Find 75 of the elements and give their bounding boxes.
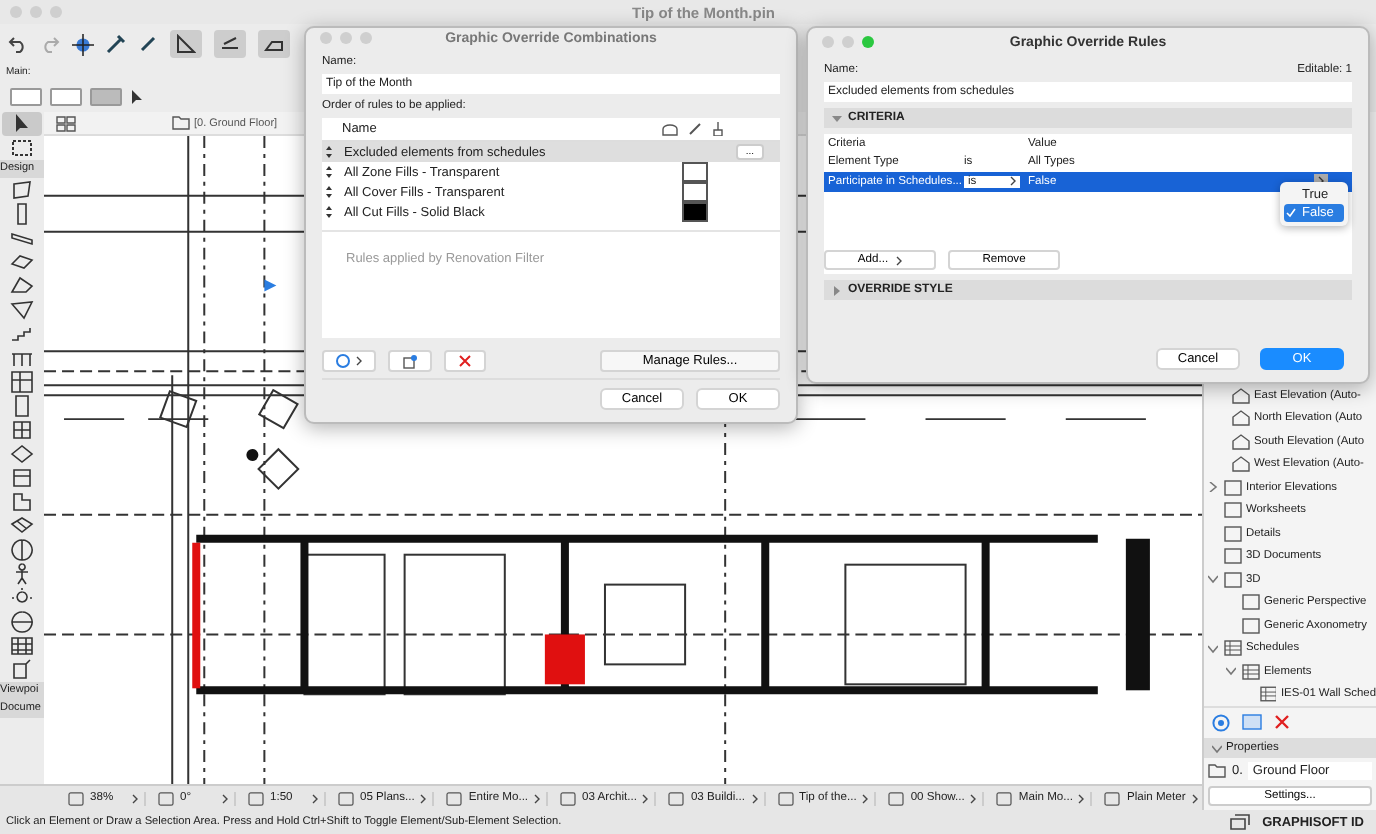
globe-icon[interactable] (10, 610, 34, 634)
drag-handle-icon[interactable] (326, 186, 332, 198)
point-marker (246, 449, 259, 461)
roof-icon[interactable] (10, 274, 34, 298)
marquee-icon[interactable] (10, 136, 34, 160)
chevron-icon (751, 793, 758, 803)
chevron-icon (896, 255, 903, 265)
guide-lines-icon (220, 34, 240, 54)
chevron-icon (1191, 793, 1198, 803)
slab-icon[interactable] (10, 250, 34, 274)
brush-icon (712, 122, 724, 136)
flag-icon (264, 279, 277, 292)
drag-handle-icon[interactable] (326, 146, 332, 158)
morph-icon[interactable] (10, 658, 34, 682)
drag-handle-icon[interactable] (326, 206, 332, 218)
delete-button[interactable] (444, 350, 486, 372)
fill-icon (662, 123, 678, 135)
parallelogram-icon[interactable] (10, 178, 34, 202)
pick-icon[interactable] (72, 33, 94, 55)
checkmark-icon (1286, 208, 1296, 218)
grid-icon[interactable] (10, 634, 34, 658)
chevron-icon (356, 356, 362, 366)
add-icon[interactable] (1212, 714, 1230, 732)
chevron-icon (420, 793, 427, 803)
chevron-icon (312, 793, 318, 803)
view-selector[interactable] (50, 87, 82, 105)
person-icon[interactable] (10, 562, 34, 586)
arrow-cursor-icon[interactable] (2, 112, 42, 136)
disclosure-icon[interactable] (1208, 643, 1218, 654)
delete-icon[interactable] (1274, 714, 1290, 730)
angle-tool-button[interactable] (170, 30, 202, 58)
chevron-icon (1010, 176, 1016, 187)
disclosure-icon[interactable] (1212, 743, 1222, 753)
undo-icon[interactable] (8, 34, 28, 54)
drag-handle-icon[interactable] (326, 166, 332, 178)
highlighted-object (544, 634, 585, 685)
guide-tool-button[interactable] (214, 30, 246, 58)
disclosure-icon[interactable] (832, 113, 842, 123)
chevron-icon (1078, 793, 1085, 803)
add-rule-button[interactable] (322, 350, 376, 372)
eyedropper-icon[interactable] (106, 34, 126, 54)
object-icon[interactable] (10, 466, 34, 490)
grid-view-icon[interactable] (56, 115, 76, 131)
mesh-icon[interactable] (10, 514, 34, 538)
add-icon (336, 354, 350, 368)
chevron-icon (222, 793, 228, 803)
chevron-icon (132, 793, 138, 803)
disclosure-icon[interactable] (1208, 574, 1218, 585)
curtain-wall-icon[interactable] (10, 370, 34, 394)
folder-icon (172, 116, 190, 130)
snap-tool-button[interactable] (258, 30, 290, 58)
arrow-cursor-icon[interactable] (130, 87, 146, 105)
duplicate-button[interactable] (388, 350, 432, 372)
window-icon[interactable] (10, 418, 34, 442)
syringe-icon[interactable] (138, 34, 158, 54)
disclosure-icon[interactable] (1208, 482, 1218, 493)
duplicate-icon (402, 353, 418, 369)
folder-icon (1208, 764, 1226, 778)
stair-icon[interactable] (10, 322, 34, 346)
table-icon (1259, 686, 1277, 703)
shell-icon[interactable] (10, 298, 34, 322)
chevron-icon (534, 793, 541, 803)
table-icon (1224, 640, 1242, 657)
disclosure-icon[interactable] (832, 285, 842, 295)
chevron-icon (970, 793, 977, 803)
triangle-icon (176, 34, 196, 54)
zone-icon[interactable] (10, 490, 34, 514)
delete-icon (458, 354, 472, 368)
chevron-icon (862, 793, 869, 803)
door-icon[interactable] (10, 394, 34, 418)
windows-icon[interactable] (1230, 814, 1251, 830)
chevron-icon (642, 793, 649, 803)
skylight-icon[interactable] (10, 442, 34, 466)
list-icon (1242, 663, 1260, 680)
disclosure-icon[interactable] (1226, 666, 1236, 677)
